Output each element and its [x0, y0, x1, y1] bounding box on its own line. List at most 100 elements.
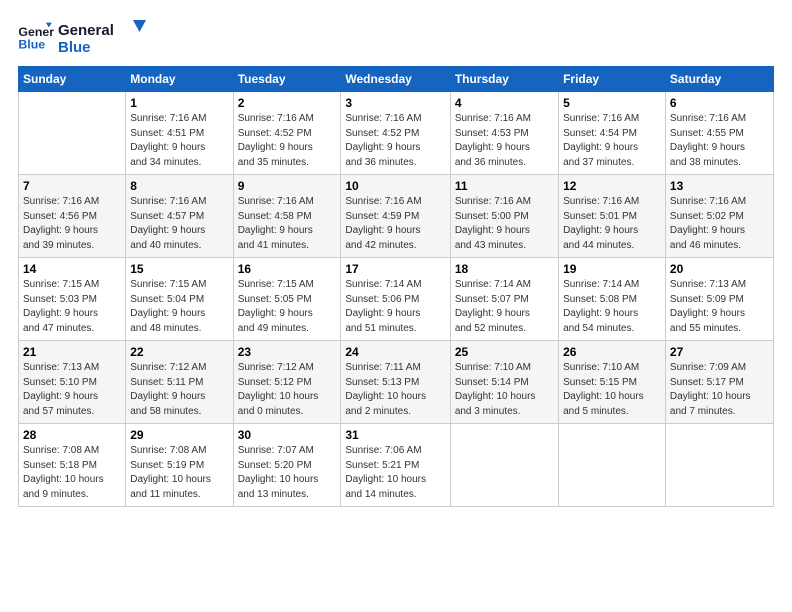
calendar-cell: 8 Sunrise: 7:16 AM Sunset: 4:57 PM Daylig… — [126, 175, 233, 258]
logo: General Blue General Blue — [18, 18, 148, 56]
day-info: Sunrise: 7:16 AM Sunset: 4:54 PM Dayligh… — [563, 112, 661, 170]
day-number: 1 — [130, 96, 228, 110]
calendar-cell: 11Sunrise: 7:16 AM Sunset: 5:00 PM Dayli… — [450, 175, 558, 258]
day-info: Sunrise: 7:07 AM Sunset: 5:20 PM Dayligh… — [238, 444, 337, 502]
day-info: Sunrise: 7:15 AM Sunset: 5:05 PM Dayligh… — [238, 278, 337, 336]
day-number: 5 — [563, 96, 661, 110]
day-info: Sunrise: 7:16 AM Sunset: 4:58 PM Dayligh… — [238, 195, 337, 253]
page: General Blue General Blue SundayMondayTu… — [0, 0, 792, 612]
day-info: Sunrise: 7:09 AM Sunset: 5:17 PM Dayligh… — [670, 361, 769, 419]
day-number: 8 — [130, 179, 228, 193]
day-info: Sunrise: 7:14 AM Sunset: 5:06 PM Dayligh… — [345, 278, 445, 336]
day-number: 30 — [238, 428, 337, 442]
day-number: 26 — [563, 345, 661, 359]
day-info: Sunrise: 7:10 AM Sunset: 5:14 PM Dayligh… — [455, 361, 554, 419]
day-number: 9 — [238, 179, 337, 193]
day-number: 4 — [455, 96, 554, 110]
calendar-cell: 10Sunrise: 7:16 AM Sunset: 4:59 PM Dayli… — [341, 175, 450, 258]
calendar-cell: 19 Sunrise: 7:14 AM Sunset: 5:08 PM Dayli… — [559, 258, 666, 341]
calendar-cell: 4 Sunrise: 7:16 AM Sunset: 4:53 PM Daylig… — [450, 92, 558, 175]
day-info: Sunrise: 7:16 AM Sunset: 4:52 PM Dayligh… — [345, 112, 445, 170]
calendar-cell: 14 Sunrise: 7:15 AM Sunset: 5:03 PM Dayli… — [19, 258, 126, 341]
calendar-cell — [450, 424, 558, 507]
day-info: Sunrise: 7:12 AM Sunset: 5:12 PM Dayligh… — [238, 361, 337, 419]
day-info: Sunrise: 7:16 AM Sunset: 4:52 PM Dayligh… — [238, 112, 337, 170]
calendar-table: SundayMondayTuesdayWednesdayThursdayFrid… — [18, 66, 774, 507]
day-number: 12 — [563, 179, 661, 193]
calendar-cell: 27 Sunrise: 7:09 AM Sunset: 5:17 PM Dayli… — [665, 341, 773, 424]
day-info: Sunrise: 7:14 AM Sunset: 5:08 PM Dayligh… — [563, 278, 661, 336]
calendar-cell: 20Sunrise: 7:13 AM Sunset: 5:09 PM Dayli… — [665, 258, 773, 341]
calendar-cell: 16 Sunrise: 7:15 AM Sunset: 5:05 PM Dayli… — [233, 258, 341, 341]
day-number: 28 — [23, 428, 121, 442]
day-info: Sunrise: 7:16 AM Sunset: 4:57 PM Dayligh… — [130, 195, 228, 253]
day-info: Sunrise: 7:16 AM Sunset: 5:02 PM Dayligh… — [670, 195, 769, 253]
day-number: 21 — [23, 345, 121, 359]
calendar-header-wednesday: Wednesday — [341, 67, 450, 92]
day-number: 22 — [130, 345, 228, 359]
day-number: 6 — [670, 96, 769, 110]
calendar-cell: 28 Sunrise: 7:08 AM Sunset: 5:18 PM Dayli… — [19, 424, 126, 507]
calendar-cell: 7Sunrise: 7:16 AM Sunset: 4:56 PM Daylig… — [19, 175, 126, 258]
day-info: Sunrise: 7:13 AM Sunset: 5:10 PM Dayligh… — [23, 361, 121, 419]
day-info: Sunrise: 7:12 AM Sunset: 5:11 PM Dayligh… — [130, 361, 228, 419]
day-info: Sunrise: 7:08 AM Sunset: 5:18 PM Dayligh… — [23, 444, 121, 502]
calendar-week-row-1: 7Sunrise: 7:16 AM Sunset: 4:56 PM Daylig… — [19, 175, 774, 258]
calendar-cell: 1 Sunrise: 7:16 AM Sunset: 4:51 PM Daylig… — [126, 92, 233, 175]
day-info: Sunrise: 7:08 AM Sunset: 5:19 PM Dayligh… — [130, 444, 228, 502]
day-number: 19 — [563, 262, 661, 276]
day-number: 2 — [238, 96, 337, 110]
day-info: Sunrise: 7:15 AM Sunset: 5:04 PM Dayligh… — [130, 278, 228, 336]
calendar-cell: 31 Sunrise: 7:06 AM Sunset: 5:21 PM Dayli… — [341, 424, 450, 507]
calendar-cell — [559, 424, 666, 507]
logo-icon: General Blue — [18, 22, 54, 52]
day-info: Sunrise: 7:11 AM Sunset: 5:13 PM Dayligh… — [345, 361, 445, 419]
calendar-cell: 6 Sunrise: 7:16 AM Sunset: 4:55 PM Daylig… — [665, 92, 773, 175]
calendar-cell: 21 Sunrise: 7:13 AM Sunset: 5:10 PM Dayli… — [19, 341, 126, 424]
calendar-cell: 12 Sunrise: 7:16 AM Sunset: 5:01 PM Dayli… — [559, 175, 666, 258]
day-number: 16 — [238, 262, 337, 276]
header: General Blue General Blue — [18, 18, 774, 56]
svg-text:Blue: Blue — [18, 37, 45, 51]
calendar-header-row: SundayMondayTuesdayWednesdayThursdayFrid… — [19, 67, 774, 92]
day-info: Sunrise: 7:16 AM Sunset: 5:00 PM Dayligh… — [455, 195, 554, 253]
day-info: Sunrise: 7:16 AM Sunset: 4:59 PM Dayligh… — [345, 195, 445, 253]
calendar-cell: 13 Sunrise: 7:16 AM Sunset: 5:02 PM Dayli… — [665, 175, 773, 258]
calendar-cell: 5 Sunrise: 7:16 AM Sunset: 4:54 PM Daylig… — [559, 92, 666, 175]
day-info: Sunrise: 7:10 AM Sunset: 5:15 PM Dayligh… — [563, 361, 661, 419]
day-number: 18 — [455, 262, 554, 276]
calendar-cell: 9 Sunrise: 7:16 AM Sunset: 4:58 PM Daylig… — [233, 175, 341, 258]
calendar-cell: 2 Sunrise: 7:16 AM Sunset: 4:52 PM Daylig… — [233, 92, 341, 175]
calendar-cell: 23Sunrise: 7:12 AM Sunset: 5:12 PM Dayli… — [233, 341, 341, 424]
calendar-week-row-4: 28 Sunrise: 7:08 AM Sunset: 5:18 PM Dayli… — [19, 424, 774, 507]
svg-text:General: General — [58, 22, 114, 39]
day-number: 27 — [670, 345, 769, 359]
calendar-cell: 3 Sunrise: 7:16 AM Sunset: 4:52 PM Daylig… — [341, 92, 450, 175]
day-number: 31 — [345, 428, 445, 442]
day-number: 14 — [23, 262, 121, 276]
day-number: 20 — [670, 262, 769, 276]
calendar-header-saturday: Saturday — [665, 67, 773, 92]
calendar-cell: 25 Sunrise: 7:10 AM Sunset: 5:14 PM Dayli… — [450, 341, 558, 424]
logo-svg: General Blue — [58, 18, 148, 56]
calendar-header-monday: Monday — [126, 67, 233, 92]
day-info: Sunrise: 7:16 AM Sunset: 4:51 PM Dayligh… — [130, 112, 228, 170]
day-info: Sunrise: 7:16 AM Sunset: 4:55 PM Dayligh… — [670, 112, 769, 170]
day-number: 3 — [345, 96, 445, 110]
day-number: 15 — [130, 262, 228, 276]
day-info: Sunrise: 7:15 AM Sunset: 5:03 PM Dayligh… — [23, 278, 121, 336]
calendar-cell: 22 Sunrise: 7:12 AM Sunset: 5:11 PM Dayli… — [126, 341, 233, 424]
day-number: 13 — [670, 179, 769, 193]
svg-text:Blue: Blue — [58, 39, 91, 56]
calendar-cell: 26 Sunrise: 7:10 AM Sunset: 5:15 PM Dayli… — [559, 341, 666, 424]
calendar-cell: 24Sunrise: 7:11 AM Sunset: 5:13 PM Dayli… — [341, 341, 450, 424]
calendar-header-friday: Friday — [559, 67, 666, 92]
calendar-cell: 17Sunrise: 7:14 AM Sunset: 5:06 PM Dayli… — [341, 258, 450, 341]
day-number: 25 — [455, 345, 554, 359]
day-info: Sunrise: 7:06 AM Sunset: 5:21 PM Dayligh… — [345, 444, 445, 502]
calendar-header-tuesday: Tuesday — [233, 67, 341, 92]
day-info: Sunrise: 7:16 AM Sunset: 4:53 PM Dayligh… — [455, 112, 554, 170]
day-info: Sunrise: 7:16 AM Sunset: 5:01 PM Dayligh… — [563, 195, 661, 253]
calendar-week-row-3: 21 Sunrise: 7:13 AM Sunset: 5:10 PM Dayli… — [19, 341, 774, 424]
calendar-week-row-0: 1 Sunrise: 7:16 AM Sunset: 4:51 PM Daylig… — [19, 92, 774, 175]
